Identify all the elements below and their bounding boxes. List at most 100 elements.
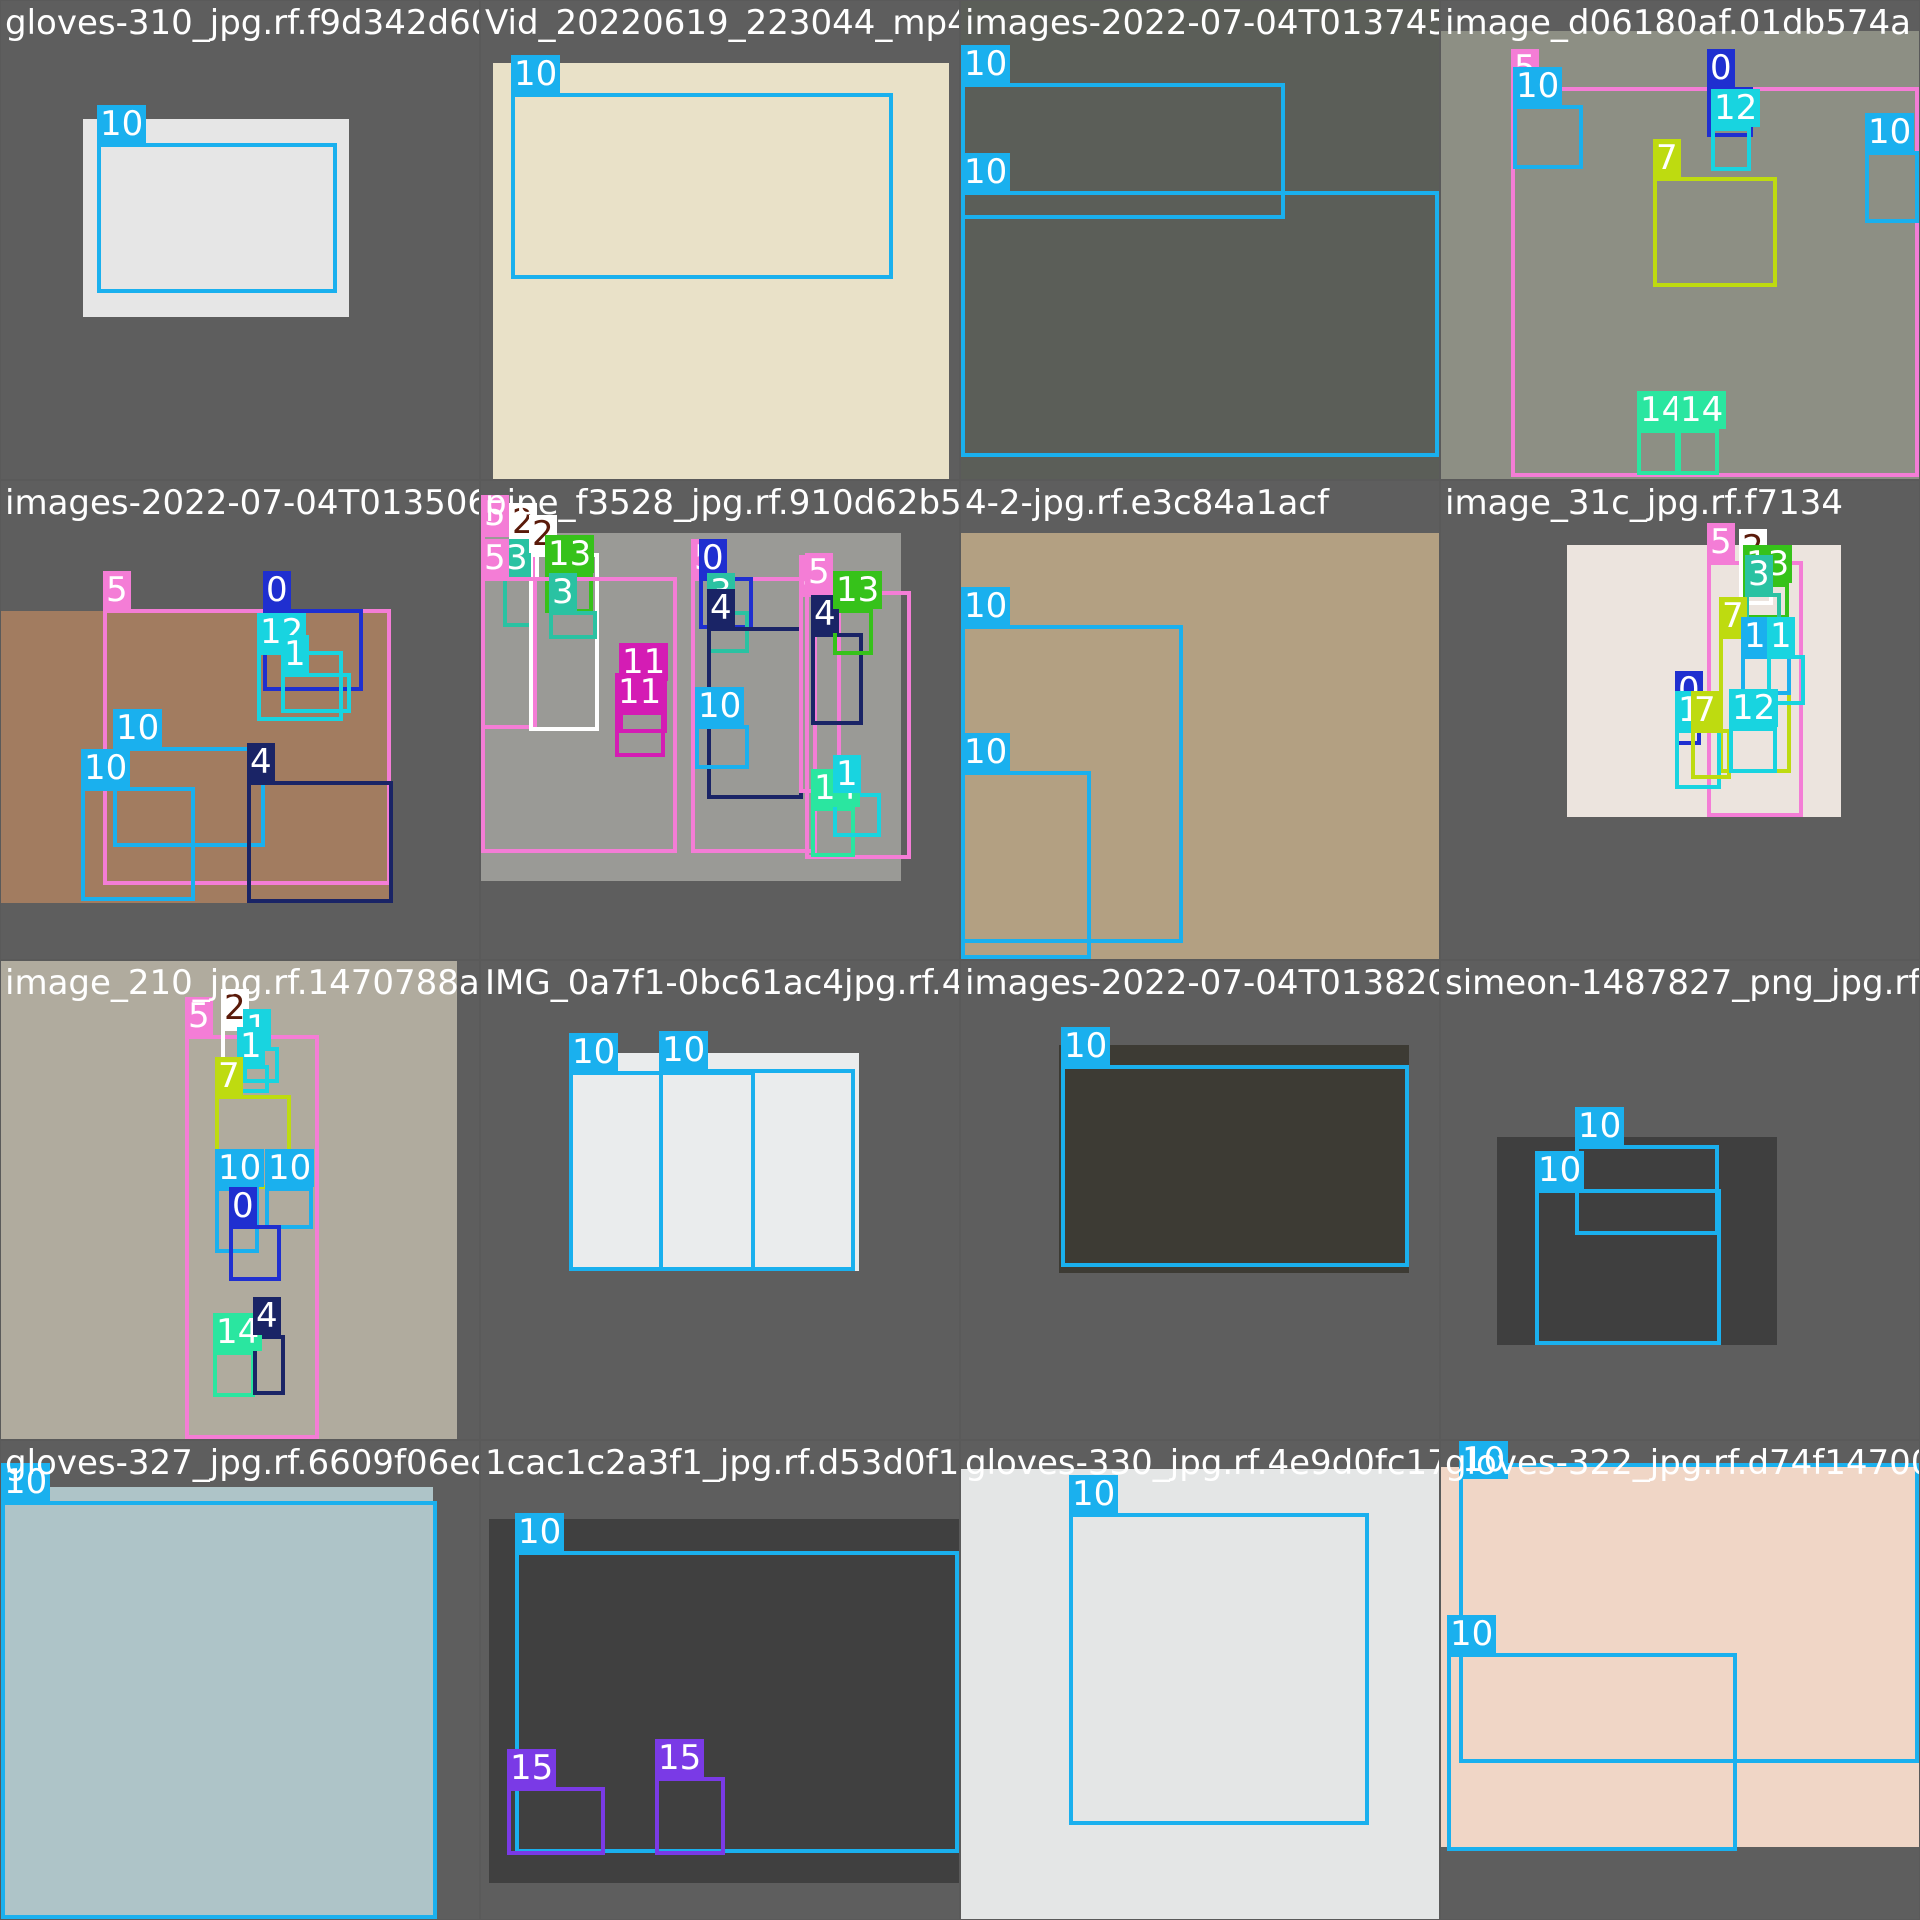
class-label: 7 — [1653, 139, 1681, 177]
bounding-box — [1637, 429, 1679, 475]
filename-caption: simeon-1487827_png_jpg.rf.ac — [1445, 963, 1919, 1003]
class-label: 15 — [655, 1739, 705, 1777]
class-label: 10 — [81, 749, 131, 787]
class-label: 10 — [511, 55, 561, 93]
class-label: 5 — [1707, 523, 1735, 561]
filename-caption: images-2022-07-04T013745-jpg — [965, 3, 1439, 43]
filename-caption: pipe_f3528_jpg.rf.910d62b5f4c7d14e2a8914… — [485, 483, 959, 523]
class-label: 1 — [281, 635, 309, 673]
mosaic-grid: 10gloves-310_jpg.rf.f9d342d60V0d14e92e6b… — [0, 0, 1920, 1920]
bounding-box — [1729, 727, 1777, 773]
class-label: 10 — [961, 45, 1011, 83]
image-tile: 10 10 IMG_0a7f1-0bc61ac4jpg.rf.45c1101889f… — [481, 961, 959, 1439]
class-label: 10 — [515, 1513, 565, 1551]
filename-caption: gloves-322_jpg.rf.d74f14700a — [1445, 1443, 1919, 1483]
class-label: 10 — [569, 1033, 619, 1071]
bounding-box — [1653, 177, 1777, 287]
class-label: 3 — [1745, 555, 1773, 593]
class-label: 10 — [1865, 113, 1915, 151]
class-label: 10 — [215, 1149, 265, 1187]
filename-caption: 4-2-jpg.rf.e3c84a1acf — [965, 483, 1329, 523]
class-label: 4 — [707, 589, 735, 627]
filename-caption: images-2022-07-04T013506 — [5, 483, 479, 523]
class-label: 10 — [961, 587, 1011, 625]
filename-caption: image_210_jpg.rf.1470788a7035f23e5baf4c2… — [5, 963, 479, 1003]
class-label: 14 — [1677, 391, 1727, 429]
class-label: 10 — [1535, 1151, 1585, 1189]
bounding-box — [511, 93, 893, 279]
image-tile: 52133710101712image_31c_jpg.rf.f7134 — [1441, 481, 1919, 959]
class-label: 13 — [833, 571, 883, 609]
class-label: 10 — [113, 709, 163, 747]
class-label: 12 — [1729, 689, 1779, 727]
filename-caption: gloves-330_jpg.rf.4e9d0fc17 — [965, 1443, 1439, 1483]
filename-caption: gloves-310_jpg.rf.f9d342d60V0d14e92e6b19… — [5, 3, 479, 43]
bounding-box — [1711, 127, 1751, 171]
filename-caption: 1cac1c2a3f1_jpg.rf.d53d0f1 — [485, 1443, 959, 1483]
bounding-box — [229, 1225, 281, 1281]
filename-caption: image_d06180af.01db574a — [1445, 3, 1911, 43]
bounding-box — [1677, 429, 1719, 475]
image-tile: 1010images-2022-07-04T013745-jpg — [961, 1, 1439, 479]
bounding-box — [615, 711, 665, 757]
image-tile: 5100127101414image_d06180af.01db574a — [1441, 1, 1919, 479]
class-label: 10 — [1447, 1615, 1497, 1653]
bounding-box — [961, 191, 1439, 457]
class-label: 10 — [1061, 1027, 1111, 1065]
class-label: 10 — [961, 153, 1011, 191]
image-tile: 10 15 15 1cac1c2a3f1_jpg.rf.d53d0f1 — [481, 1441, 959, 1919]
class-label: 12 — [1711, 89, 1761, 127]
bounding-box — [281, 673, 351, 713]
image-tile: 10 images-2022-07-04T013820 — [961, 961, 1439, 1439]
image-tile: 10 gloves-330_jpg.rf.4e9d0fc17 — [961, 1441, 1439, 1919]
image-tile: 5211710100144image_210_jpg.rf.1470788a70… — [1, 961, 479, 1439]
filename-caption: gloves-327_jpg.rf.6609f06ec0598576245087 — [5, 1443, 479, 1483]
class-label: 13 — [545, 535, 595, 573]
bounding-box — [213, 1351, 255, 1397]
image-tile: 5 0 12 1 10 4 10 images-2022-07-04T013506 — [1, 481, 479, 959]
filename-caption: images-2022-07-04T013820 — [965, 963, 1439, 1003]
bounding-box — [507, 1787, 605, 1855]
class-label: 7 — [215, 1057, 243, 1095]
class-label: 0 — [1707, 49, 1735, 87]
image-tile: 52321335111150341054135141pipe_f3528_jpg… — [481, 481, 959, 959]
filename-caption: image_31c_jpg.rf.f7134 — [1445, 483, 1844, 523]
class-label: 4 — [253, 1297, 281, 1335]
bounding-box — [81, 787, 195, 901]
class-label: 0 — [263, 571, 291, 609]
class-label: 3 — [549, 573, 577, 611]
bounding-box — [1061, 1065, 1409, 1267]
image-tile: 10 10 gloves-322_jpg.rf.d74f14700a — [1441, 1441, 1919, 1919]
class-label: 11 — [615, 673, 665, 711]
class-label: 5 — [103, 571, 131, 609]
bounding-box — [1447, 1653, 1737, 1851]
bounding-box — [247, 781, 393, 903]
image-tile: 10 gloves-310_jpg.rf.f9d342d60V0d14e92e6b… — [1, 1, 479, 479]
filename-caption: IMG_0a7f1-0bc61ac4jpg.rf.45c1101889f202 — [485, 963, 959, 1003]
class-label: 10 — [659, 1031, 709, 1069]
bounding-box — [1535, 1189, 1721, 1345]
bounding-box — [961, 771, 1091, 959]
bounding-box — [659, 1069, 855, 1271]
bounding-box — [1069, 1513, 1369, 1825]
class-label: 10 — [695, 687, 745, 725]
image-tile: 10 10 4-2-jpg.rf.e3c84a1acf — [961, 481, 1439, 959]
class-label: 5 — [481, 539, 509, 577]
class-label: 15 — [507, 1749, 557, 1787]
class-label: 1 — [1767, 617, 1795, 655]
class-label: 10 — [961, 733, 1011, 771]
class-label: 1 — [833, 755, 861, 793]
class-label: 10 — [1575, 1107, 1625, 1145]
class-label: 10 — [97, 105, 147, 143]
class-label: 0 — [229, 1187, 257, 1225]
bounding-box — [97, 143, 337, 293]
bounding-box — [1, 1501, 437, 1919]
filename-caption: Vid_20220619_223044_mp4-jpg — [485, 3, 959, 43]
class-label: 7 — [1691, 691, 1719, 729]
bounding-box — [1691, 729, 1731, 779]
image-tile: 10 10 simeon-1487827_png_jpg.rf.ac — [1441, 961, 1919, 1439]
class-label: 5 — [805, 553, 833, 591]
class-label: 4 — [247, 743, 275, 781]
class-label: 10 — [265, 1149, 315, 1187]
class-label: 10 — [1513, 67, 1563, 105]
